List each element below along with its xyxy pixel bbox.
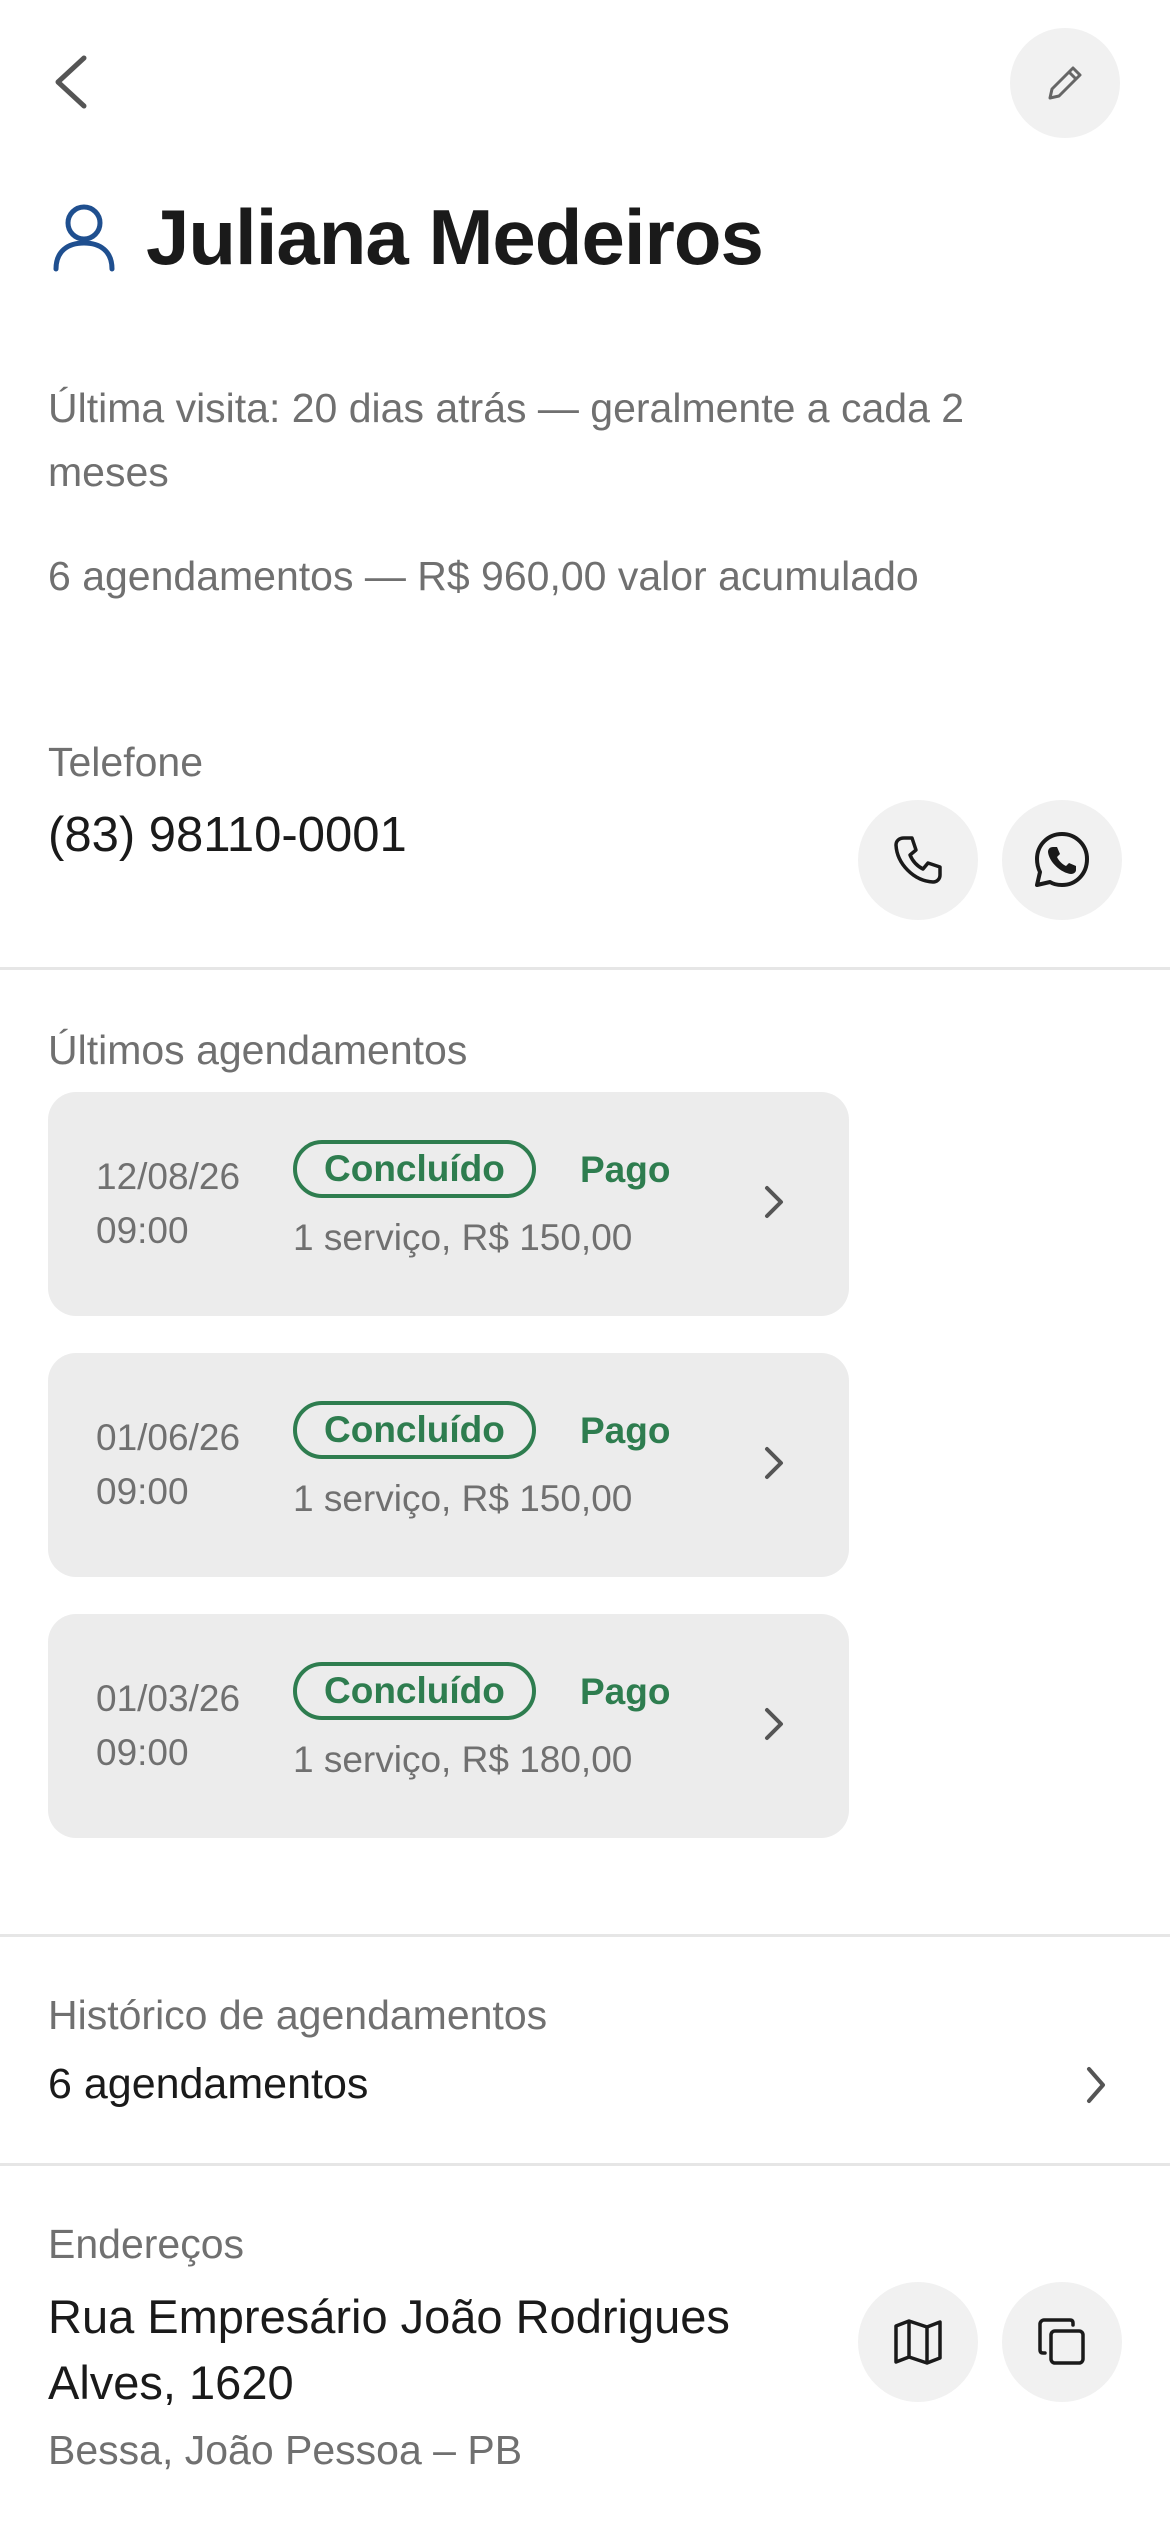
history-count: 6 agendamentos <box>48 2060 369 2108</box>
address-city: Bessa, João Pessoa – PB <box>48 2427 523 2473</box>
appointment-card[interactable]: 01/03/26 09:00 Concluído Pago 1 serviço,… <box>48 1614 849 1838</box>
appointment-datetime: 01/03/26 09:00 <box>96 1672 240 1780</box>
appointment-time: 09:00 <box>96 1471 189 1512</box>
appointment-details: 1 serviço, R$ 150,00 <box>293 1478 633 1519</box>
appointment-details: 1 serviço, R$ 180,00 <box>293 1739 633 1780</box>
chevron-right-icon <box>1087 2067 1105 2103</box>
appointments-summary: 6 agendamentos — R$ 960,00 valor acumula… <box>48 553 919 599</box>
chevron-right-icon <box>765 1708 783 1740</box>
appointment-card[interactable]: 01/06/26 09:00 Concluído Pago 1 serviço,… <box>48 1353 849 1577</box>
history-row[interactable]: Histórico de agendamentos 6 agendamentos <box>0 1937 1170 2163</box>
appointment-datetime: 01/06/26 09:00 <box>96 1411 240 1519</box>
divider <box>0 967 1170 970</box>
status-badge: Concluído <box>293 1140 536 1198</box>
whatsapp-icon <box>1035 832 1089 887</box>
client-header: Juliana Medeiros <box>52 192 764 282</box>
appointment-date: 01/06/26 <box>96 1417 241 1458</box>
whatsapp-button[interactable] <box>1002 800 1122 920</box>
appointment-time: 09:00 <box>96 1732 189 1773</box>
appointment-card[interactable]: 12/08/26 09:00 Concluído Pago 1 serviço,… <box>48 1092 849 1316</box>
appointment-time: 09:00 <box>96 1210 189 1251</box>
user-icon <box>53 204 115 272</box>
payment-status: Pago <box>580 1410 671 1451</box>
phone-icon <box>894 836 942 884</box>
appointment-date: 12/08/26 <box>96 1156 241 1197</box>
copy-button[interactable] <box>1002 2282 1122 2402</box>
appointment-date: 01/03/26 <box>96 1678 241 1719</box>
client-name: Juliana Medeiros <box>146 192 764 281</box>
appointment-details: 1 serviço, R$ 150,00 <box>293 1217 633 1258</box>
address-street: Rua Empresário João Rodrigues Alves, 162… <box>48 2290 730 2409</box>
chevron-left-icon <box>55 55 87 109</box>
pencil-icon <box>1048 66 1082 100</box>
map-icon <box>894 2319 942 2365</box>
history-label: Histórico de agendamentos <box>48 1992 548 2038</box>
copy-icon <box>1038 2318 1085 2365</box>
divider <box>0 2163 1170 2166</box>
status-badge: Concluído <box>293 1662 536 1720</box>
phone-label: Telefone <box>48 739 204 785</box>
addresses-label: Endereços <box>48 2221 245 2267</box>
last-visit-text: Última visita: 20 dias atrás — geralment… <box>48 385 965 495</box>
appointment-datetime: 12/08/26 09:00 <box>96 1150 240 1258</box>
status-badge: Concluído <box>293 1401 536 1459</box>
phone-number[interactable]: (83) 98110-0001 <box>48 805 407 865</box>
map-button[interactable] <box>858 2282 978 2402</box>
chevron-right-icon <box>765 1186 783 1218</box>
call-button[interactable] <box>858 800 978 920</box>
payment-status: Pago <box>580 1149 671 1190</box>
back-button[interactable] <box>40 44 100 120</box>
chevron-right-icon <box>765 1447 783 1479</box>
recent-appointments-title: Últimos agendamentos <box>48 1027 468 1073</box>
edit-button[interactable] <box>1010 28 1120 138</box>
payment-status: Pago <box>580 1671 671 1712</box>
